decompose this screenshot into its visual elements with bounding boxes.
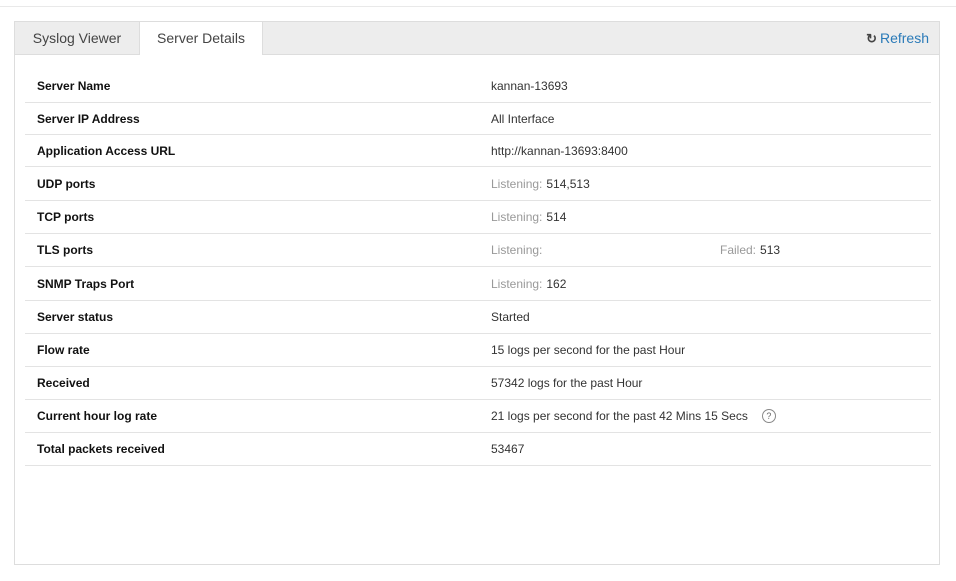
listening-prefix: Listening: bbox=[491, 276, 543, 291]
row-value: 57342 logs for the past Hour bbox=[491, 376, 643, 390]
help-icon[interactable]: ? bbox=[761, 409, 776, 423]
server-details-panel: Syslog Viewer Server Details ↻ Refresh Se… bbox=[14, 21, 940, 565]
table-row: Flow rate 15 logs per second for the pas… bbox=[25, 334, 931, 367]
log-rate-text: 21 logs per second for the past 42 Mins … bbox=[491, 409, 748, 423]
table-row: Current hour log rate 21 logs per second… bbox=[25, 400, 931, 433]
listening-prefix: Listening: bbox=[491, 176, 543, 191]
row-value: 21 logs per second for the past 42 Mins … bbox=[491, 400, 776, 432]
table-row: Application Access URL http://kannan-136… bbox=[25, 135, 931, 167]
tab-syslog-viewer[interactable]: Syslog Viewer bbox=[15, 22, 139, 54]
port-value: 514,513 bbox=[546, 176, 590, 191]
row-label: TCP ports bbox=[37, 210, 95, 224]
failed-ports: Failed: 513 bbox=[720, 234, 780, 266]
table-row: UDP ports Listening: 514,513 bbox=[25, 167, 931, 201]
row-label: Flow rate bbox=[37, 343, 90, 357]
refresh-button[interactable]: ↻ Refresh bbox=[866, 22, 929, 54]
row-value: kannan-13693 bbox=[491, 79, 568, 93]
tab-server-details[interactable]: Server Details bbox=[139, 22, 263, 55]
row-label: Current hour log rate bbox=[37, 409, 158, 423]
row-value: 53467 bbox=[491, 442, 525, 456]
row-label: SNMP Traps Port bbox=[37, 276, 135, 291]
top-divider bbox=[0, 6, 956, 7]
table-row: Server status Started bbox=[25, 301, 931, 334]
refresh-label: Refresh bbox=[879, 30, 929, 46]
listening-prefix: Listening: bbox=[491, 210, 543, 224]
row-value: Listening: bbox=[491, 234, 546, 266]
row-value: Listening: 162 bbox=[491, 267, 566, 300]
table-row: TLS ports Listening: Failed: 513 bbox=[25, 234, 931, 267]
server-details-table: Server Name kannan-13693 Server IP Addre… bbox=[25, 70, 931, 466]
row-value: http://kannan-13693:8400 bbox=[491, 143, 628, 158]
failed-prefix: Failed: bbox=[720, 243, 757, 257]
row-label: Received bbox=[37, 376, 90, 390]
port-value: 514 bbox=[546, 210, 567, 224]
port-value: 162 bbox=[546, 276, 567, 291]
refresh-icon: ↻ bbox=[866, 31, 877, 46]
row-value: Listening: 514,513 bbox=[491, 167, 590, 200]
table-row: Received 57342 logs for the past Hour bbox=[25, 367, 931, 400]
table-row: Server IP Address All Interface bbox=[25, 103, 931, 135]
row-label: Total packets received bbox=[37, 442, 165, 456]
table-row: Server Name kannan-13693 bbox=[25, 70, 931, 103]
row-value: 15 logs per second for the past Hour bbox=[491, 343, 686, 357]
row-value: All Interface bbox=[491, 111, 555, 126]
row-label: TLS ports bbox=[37, 243, 93, 257]
row-value: Listening: 514 bbox=[491, 201, 566, 233]
table-row: SNMP Traps Port Listening: 162 bbox=[25, 267, 931, 301]
row-label: Server Name bbox=[37, 79, 111, 93]
failed-port-value: 513 bbox=[760, 243, 781, 257]
row-label: Server status bbox=[37, 310, 114, 324]
row-label: Application Access URL bbox=[37, 143, 176, 158]
table-row: Total packets received 53467 bbox=[25, 433, 931, 466]
table-row: TCP ports Listening: 514 bbox=[25, 201, 931, 234]
listening-prefix: Listening: bbox=[491, 243, 543, 257]
tab-bar: Syslog Viewer Server Details ↻ Refresh bbox=[15, 22, 939, 55]
row-label: UDP ports bbox=[37, 176, 96, 191]
row-value: Started bbox=[491, 310, 530, 324]
row-label: Server IP Address bbox=[37, 111, 140, 126]
